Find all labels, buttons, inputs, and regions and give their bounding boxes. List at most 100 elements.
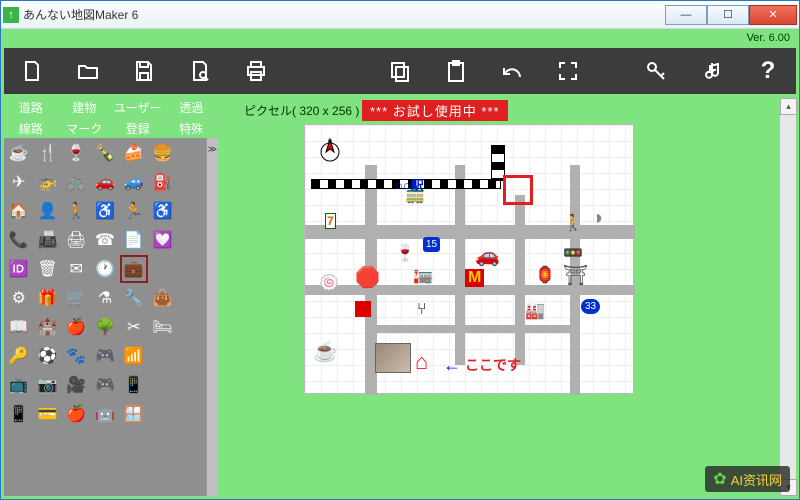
palette-icon[interactable]: 🚗: [91, 168, 119, 196]
palette-icon[interactable]: [177, 168, 205, 196]
palette-icon[interactable]: 👤: [34, 197, 62, 225]
expand-palette-button[interactable]: ≫: [206, 138, 218, 496]
palette-icon[interactable]: 🕐: [91, 255, 119, 283]
fit-screen-button[interactable]: [554, 57, 582, 85]
palette-icon[interactable]: ♿: [149, 197, 177, 225]
palette-icon[interactable]: [177, 313, 205, 341]
palette-icon[interactable]: 🆔: [5, 255, 33, 283]
palette-icon[interactable]: ✈: [5, 168, 33, 196]
palette-icon[interactable]: [177, 284, 205, 312]
tab-mark[interactable]: マーク: [58, 118, 112, 138]
copy-button[interactable]: [386, 57, 414, 85]
palette-icon[interactable]: 🏰: [34, 313, 62, 341]
palette-icon[interactable]: 🎥: [62, 371, 90, 399]
palette-icon[interactable]: 🌳: [91, 313, 119, 341]
palette-icon[interactable]: ✂: [120, 313, 148, 341]
palette-icon[interactable]: 📖: [5, 313, 33, 341]
palette-icon[interactable]: 🔧: [120, 284, 148, 312]
palette-icon[interactable]: 🍷: [62, 139, 90, 167]
tab-building[interactable]: 建物: [58, 98, 112, 118]
palette-icon[interactable]: [149, 371, 177, 399]
palette-icon[interactable]: 🏠: [5, 197, 33, 225]
palette-icon[interactable]: 🎮: [91, 371, 119, 399]
palette-icon[interactable]: 🍔: [149, 139, 177, 167]
palette-icon[interactable]: 🚶: [62, 197, 90, 225]
canvas-frame[interactable]: ピクセル( 320 x 256 ) *** お試し使用中 *** N: [222, 98, 779, 496]
palette-icon[interactable]: 👜: [149, 284, 177, 312]
palette-icon[interactable]: 📶: [120, 342, 148, 370]
palette-icon[interactable]: ☕: [5, 139, 33, 167]
scroll-up-button[interactable]: ▴: [780, 98, 797, 115]
tab-rail[interactable]: 線路: [4, 118, 58, 138]
tab-special[interactable]: 特殊: [165, 118, 219, 138]
palette-icon[interactable]: ⚽: [34, 342, 62, 370]
palette-icon[interactable]: [177, 139, 205, 167]
page-view-button[interactable]: [186, 57, 214, 85]
palette-icon[interactable]: 💼: [120, 255, 148, 283]
palette-icon[interactable]: 🖨: [62, 226, 90, 254]
key-button[interactable]: [642, 57, 670, 85]
palette-icon[interactable]: 📱: [5, 400, 33, 428]
palette-icon[interactable]: 💳: [34, 400, 62, 428]
palette-icon[interactable]: 📱: [120, 371, 148, 399]
undo-button[interactable]: [498, 57, 526, 85]
palette-icon[interactable]: ⚗: [91, 284, 119, 312]
palette-icon[interactable]: 🎁: [34, 284, 62, 312]
sound-button[interactable]: [698, 57, 726, 85]
palette-icon[interactable]: ⛽: [149, 168, 177, 196]
palette-icon[interactable]: 📄: [120, 226, 148, 254]
new-file-button[interactable]: [18, 57, 46, 85]
palette-icon[interactable]: 🛏: [149, 313, 177, 341]
palette-icon[interactable]: ☎: [91, 226, 119, 254]
palette-icon[interactable]: [177, 371, 205, 399]
palette-icon[interactable]: 🏃: [120, 197, 148, 225]
open-button[interactable]: [74, 57, 102, 85]
palette-icon[interactable]: [177, 342, 205, 370]
palette-icon[interactable]: [177, 255, 205, 283]
palette-icon[interactable]: 🗑: [34, 255, 62, 283]
minimize-button[interactable]: —: [665, 5, 707, 25]
palette-icon[interactable]: 📞: [5, 226, 33, 254]
palette-icon[interactable]: ♿: [91, 197, 119, 225]
help-button[interactable]: ?: [754, 57, 782, 85]
car-icon: 🚗: [475, 243, 500, 268]
palette-icon[interactable]: 🚲: [62, 168, 90, 196]
palette-icon[interactable]: 🍰: [120, 139, 148, 167]
close-button[interactable]: ✕: [749, 5, 797, 25]
map-canvas[interactable]: N ○○駅: [304, 124, 634, 394]
palette-icon[interactable]: 🎮: [91, 342, 119, 370]
print-button[interactable]: [242, 57, 270, 85]
palette-icon[interactable]: 📠: [34, 226, 62, 254]
vertical-scrollbar[interactable]: ▴ ▾: [779, 98, 796, 496]
palette-icon[interactable]: [149, 255, 177, 283]
paste-button[interactable]: [442, 57, 470, 85]
palette-icon[interactable]: 🐾: [62, 342, 90, 370]
palette-icon[interactable]: 🍎: [62, 400, 90, 428]
palette-icon[interactable]: 📷: [34, 371, 62, 399]
palette-icon[interactable]: [177, 197, 205, 225]
palette-icon[interactable]: 🚙: [120, 168, 148, 196]
palette-icon[interactable]: [149, 342, 177, 370]
palette-icon[interactable]: 💟: [149, 226, 177, 254]
palette-icon[interactable]: 🛒: [62, 284, 90, 312]
palette-icon[interactable]: 🍎: [62, 313, 90, 341]
tab-transparent[interactable]: 透過: [165, 98, 219, 118]
palette-icon[interactable]: 🪟: [120, 400, 148, 428]
tab-user[interactable]: ユーザー: [111, 98, 165, 118]
palette-icon[interactable]: 🍾: [91, 139, 119, 167]
palette-icon[interactable]: ⚙: [5, 284, 33, 312]
palette-icon[interactable]: 📺: [5, 371, 33, 399]
maximize-button[interactable]: ☐: [707, 5, 749, 25]
palette-icon[interactable]: 🚁: [34, 168, 62, 196]
save-button[interactable]: [130, 57, 158, 85]
tab-road[interactable]: 道路: [4, 98, 58, 118]
palette-icon[interactable]: ✉: [62, 255, 90, 283]
palette-icon[interactable]: 🤖: [91, 400, 119, 428]
tab-register[interactable]: 登録: [111, 118, 165, 138]
palette-icon[interactable]: 🍴: [34, 139, 62, 167]
icon-palette: ☕🍴🍷🍾🍰🍔✈🚁🚲🚗🚙⛽🏠👤🚶♿🏃♿📞📠🖨☎📄💟🆔🗑✉🕐💼⚙🎁🛒⚗🔧👜📖🏰🍎🌳✂…: [4, 138, 206, 496]
sidebar: 道路 建物 ユーザー 透過 線路 マーク 登録 特殊 ☕🍴🍷🍾🍰🍔 ✈🚁🚲🚗🚙⛽ 🏠…: [4, 98, 218, 496]
palette-icon[interactable]: [177, 226, 205, 254]
palette-icon[interactable]: [149, 400, 177, 428]
palette-icon[interactable]: 🔑: [5, 342, 33, 370]
